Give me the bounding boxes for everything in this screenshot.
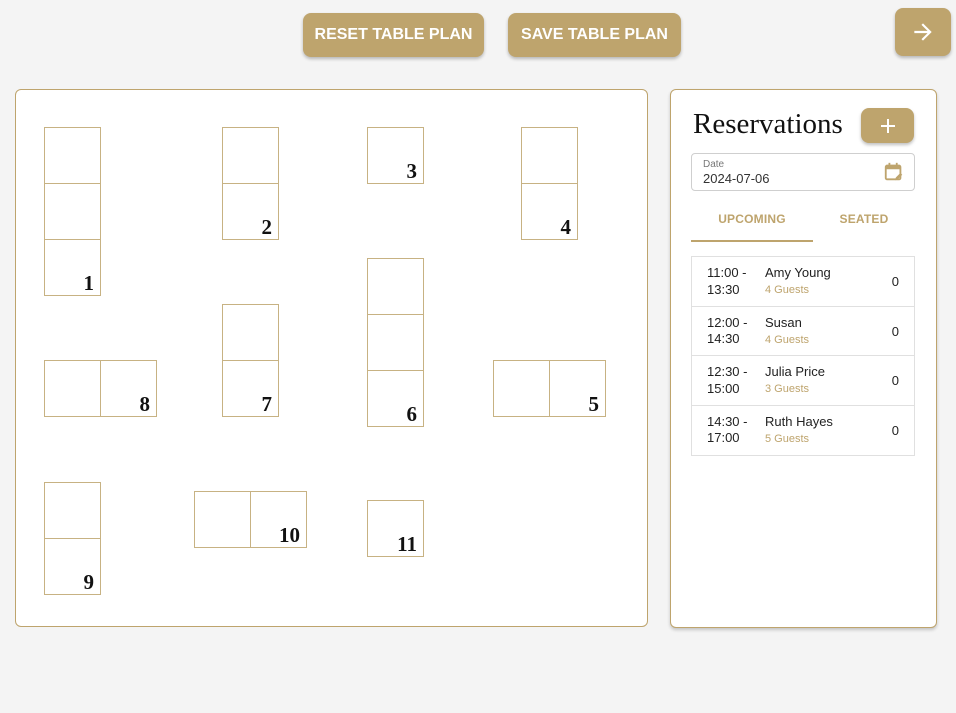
seat[interactable]: 8 [100, 360, 157, 417]
table-number: 3 [406, 159, 418, 183]
reservation-time: 14:30 - 17:00 [707, 413, 748, 446]
reservation-time: 12:00 - 14:30 [707, 314, 748, 347]
reservation-count: 0 [891, 274, 899, 289]
table-number: 9 [83, 570, 95, 594]
add-reservation-button[interactable] [861, 108, 914, 143]
tab-seated[interactable]: SEATED [813, 204, 915, 242]
seat[interactable] [493, 360, 550, 417]
seat[interactable] [44, 360, 101, 417]
guest-name: Ruth Hayes [765, 413, 833, 429]
seat[interactable]: 5 [549, 360, 606, 417]
date-value: 2024-07-06 [703, 171, 770, 186]
seat[interactable] [194, 491, 251, 548]
seat[interactable] [222, 304, 279, 361]
seat[interactable]: 3 [367, 127, 424, 184]
seat[interactable] [44, 127, 101, 184]
seat[interactable] [222, 127, 279, 184]
guest-name: Susan [765, 314, 802, 330]
seat[interactable]: 1 [44, 239, 101, 296]
date-label: Date [703, 159, 725, 170]
guest-count: 4 Guests [765, 284, 810, 296]
seat[interactable]: 10 [250, 491, 307, 548]
plus-icon [880, 118, 895, 133]
list-item[interactable]: 12:00 - 14:30 Susan 4 Guests 0 [692, 307, 914, 356]
arrow-right-icon [914, 23, 932, 41]
seat[interactable]: 2 [222, 183, 279, 240]
reset-table-plan-button[interactable]: RESET TABLE PLAN [303, 13, 484, 57]
seat[interactable] [521, 127, 578, 184]
guest-name: Julia Price [765, 364, 825, 379]
list-item[interactable]: 14:30 - 17:00 Ruth Hayes 5 Guests 0 [692, 406, 914, 456]
table-number: 5 [588, 392, 600, 416]
reservation-list: 11:00 - 13:30 Amy Young 4 Guests 0 12:00… [691, 256, 915, 456]
table-number: 4 [560, 215, 572, 239]
tab-upcoming[interactable]: UPCOMING [691, 204, 813, 242]
guest-count: 4 Guests [765, 333, 810, 346]
seat[interactable] [367, 258, 424, 315]
seat[interactable] [367, 314, 424, 371]
seat[interactable]: 7 [222, 360, 279, 417]
guest-count: 3 Guests [765, 383, 810, 395]
date-field[interactable]: Date 2024-07-06 [691, 153, 915, 191]
seat[interactable] [44, 482, 101, 539]
seat[interactable]: 9 [44, 538, 101, 595]
reservation-time: 11:00 - 13:30 [707, 265, 747, 297]
reservation-count: 0 [891, 373, 899, 388]
table-number: 2 [261, 215, 273, 239]
reservation-time: 12:30 - 15:00 [707, 364, 748, 396]
save-table-plan-button[interactable]: SAVE TABLE PLAN [508, 13, 681, 57]
reservation-count: 0 [891, 422, 899, 438]
panel-title: Reservations [693, 108, 843, 140]
table-number: 10 [279, 523, 300, 547]
guest-count: 5 Guests [765, 432, 810, 445]
list-item[interactable]: 12:30 - 15:00 Julia Price 3 Guests 0 [692, 356, 914, 406]
next-button[interactable] [895, 8, 951, 56]
table-number: 1 [83, 271, 95, 295]
seat[interactable] [44, 183, 101, 240]
seat[interactable]: 11 [367, 500, 424, 557]
reservation-count: 0 [891, 323, 899, 339]
table-number: 8 [139, 392, 151, 416]
calendar-edit-icon[interactable] [883, 161, 905, 183]
table-number: 6 [406, 402, 418, 426]
floor-plan: 1 2 3 4 5 6 7 8 9 10 11 [15, 89, 648, 627]
guest-name: Amy Young [765, 265, 831, 280]
reservations-panel: Reservations Date 2024-07-06 UPCOMING SE… [670, 89, 937, 628]
table-number: 11 [397, 532, 417, 556]
list-item[interactable]: 11:00 - 13:30 Amy Young 4 Guests 0 [692, 257, 914, 307]
seat[interactable]: 6 [367, 370, 424, 427]
table-number: 7 [261, 392, 273, 416]
seat[interactable]: 4 [521, 183, 578, 240]
